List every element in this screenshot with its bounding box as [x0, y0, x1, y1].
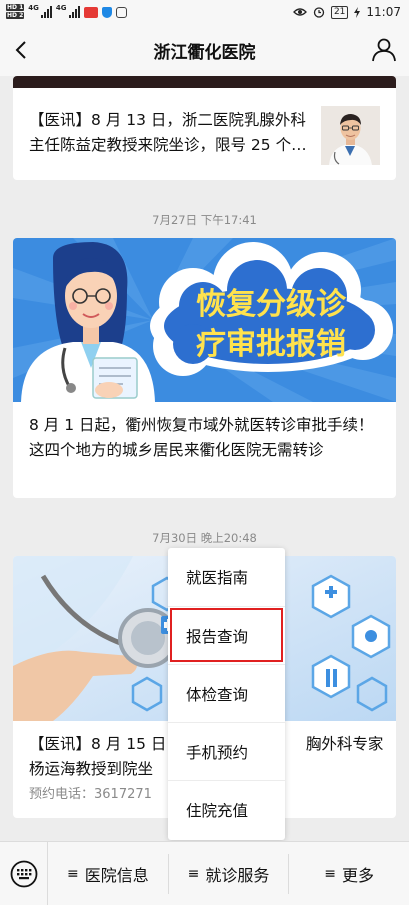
menu-item-inpatient-recharge[interactable]: 住院充值	[168, 780, 285, 838]
timestamp: 7月30日 晚上20:48	[152, 531, 257, 545]
article-banner: 恢复分级诊 疗审批报销	[13, 238, 396, 402]
menu-hospital-info[interactable]: ≡ 医院信息	[48, 854, 168, 894]
back-button[interactable]	[8, 37, 34, 63]
status-right: 21 11:07	[293, 5, 401, 19]
menu-list-icon: ≡	[187, 865, 200, 882]
article-title: 【医讯】8 月 13 日，浙二医院乳腺外科主任陈益定教授来院坐诊，限号 25 个…	[29, 111, 307, 154]
clock: 11:07	[366, 5, 401, 19]
menu-medical-services[interactable]: ≡ 就诊服务	[167, 853, 289, 894]
menu-list-icon: ≡	[324, 865, 337, 882]
article-title: 8 月 1 日起，衢州恢复市域外就医转诊审批手续！这四个地方的城乡居民来衢化医院…	[29, 416, 374, 459]
article-card[interactable]: 【医讯】8 月 13 日，浙二医院乳腺外科主任陈益定教授来院坐诊，限号 25 个…	[13, 76, 396, 180]
eye-icon	[293, 8, 307, 16]
app-icon	[115, 6, 127, 18]
keyboard-toggle-button[interactable]	[0, 841, 48, 905]
article-title-line2: 杨运海教授到院坐	[29, 760, 154, 778]
menu-item-report-query[interactable]: 报告查询	[168, 606, 285, 664]
person-icon	[372, 38, 396, 62]
app-notification-icon	[83, 6, 98, 18]
alarm-icon	[313, 7, 325, 18]
profile-button[interactable]	[371, 37, 397, 63]
menu-item-mobile-appointment[interactable]: 手机预约	[168, 722, 285, 780]
article-card[interactable]: 恢复分级诊 疗审批报销 8 月 1 日起，衢州恢复市域外就医转诊审批手续！这四个…	[13, 238, 396, 498]
bottom-menu-bar: ≡ 医院信息 ≡ 就诊服务 ≡ 更多	[0, 841, 409, 905]
keyboard-icon	[10, 860, 37, 887]
doctor-thumbnail	[321, 106, 380, 165]
menu-item-checkup-query[interactable]: 体检查询	[168, 664, 285, 722]
menu-more[interactable]: ≡ 更多	[288, 853, 409, 894]
signal-icon-2	[68, 6, 80, 18]
service-popup-menu: 就医指南 报告查询 体检查询 手机预约 住院充值	[168, 548, 285, 840]
shield-icon	[101, 6, 112, 18]
article-title-left: 【医讯】8 月 15 日，	[29, 735, 182, 753]
page-title: 浙江衢化医院	[153, 42, 256, 63]
nav-bar: 浙江衢化医院	[0, 24, 409, 76]
menu-item-guide[interactable]: 就医指南	[168, 548, 285, 606]
back-arrow-icon	[15, 41, 26, 59]
menu-label: 更多	[342, 865, 375, 885]
status-bar: HD 1 HD 2 4G 4G 21 11:07	[0, 0, 409, 24]
appointment-phone: 预约电话：3617271	[29, 787, 152, 802]
battery-indicator: 21	[330, 5, 349, 19]
banner-line-1: 恢复分级诊	[196, 287, 347, 322]
timestamp: 7月27日 下午17:41	[152, 213, 257, 227]
hd-icon: HD 1 HD 2	[6, 4, 25, 19]
menu-list-icon: ≡	[66, 865, 79, 882]
network-tag-2: 4G	[55, 4, 67, 12]
article-image-strip	[13, 76, 396, 88]
banner-line-2: 疗审批报销	[196, 327, 346, 362]
signal-icon	[40, 6, 52, 18]
charging-icon	[354, 6, 361, 18]
status-left: HD 1 HD 2 4G 4G	[6, 4, 127, 20]
menu-label: 就诊服务	[205, 865, 270, 885]
menu-label: 医院信息	[84, 865, 149, 885]
network-tag: 4G	[28, 4, 39, 12]
article-title-right: 胸外科专家	[305, 735, 384, 753]
